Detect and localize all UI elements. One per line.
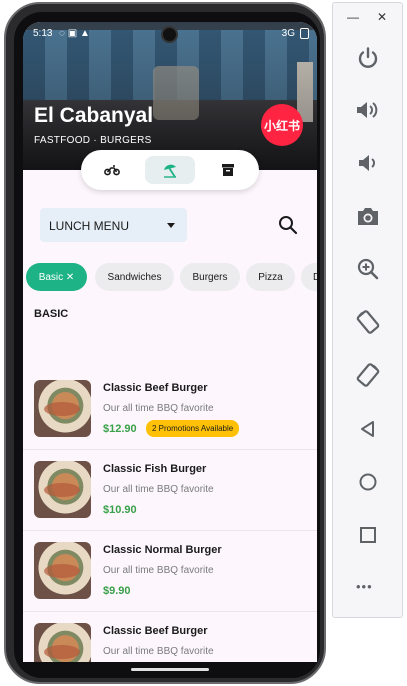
rotate-right-button[interactable] — [355, 362, 381, 388]
chip-burgers[interactable]: Burgers — [180, 263, 240, 291]
phone-bezel: 5:13 ◌ ▣ ▲ 3G El Cabanyal FASTFOOD · BUR… — [14, 12, 320, 678]
item-image — [34, 542, 91, 599]
cover-shade — [23, 22, 317, 170]
power-icon — [358, 47, 378, 68]
chip-pizza[interactable]: Pizza — [246, 263, 295, 291]
category-chips: Basic ✕ Sandwiches Burgers Pizza D — [26, 263, 317, 291]
zoom-button[interactable] — [355, 256, 381, 282]
archive-box-icon — [222, 164, 234, 176]
overview-button[interactable] — [355, 522, 381, 548]
order-mode-switcher — [81, 150, 259, 190]
status-network: 3G — [281, 28, 295, 39]
store-name: El Cabanyal — [34, 104, 154, 127]
item-description: Our all time BBQ favorite — [103, 646, 214, 657]
status-notification-icons: ◌ ▣ ▲ — [59, 28, 90, 39]
mode-pickup[interactable] — [203, 156, 253, 184]
beach-umbrella-icon — [164, 164, 176, 178]
front-camera — [161, 26, 178, 43]
power-button[interactable] — [355, 45, 381, 71]
rotate-left-icon — [356, 310, 380, 334]
volume-up-icon — [357, 102, 378, 118]
item-price: $9.90 — [103, 585, 131, 597]
battery-icon — [300, 28, 309, 39]
menu-dropdown[interactable]: LUNCH MENU — [40, 208, 187, 242]
menu-item[interactable]: Classic Beef Burger Our all time BBQ fav… — [23, 612, 317, 662]
mode-dine-in[interactable] — [145, 156, 195, 184]
rotate-right-icon — [356, 363, 380, 387]
store-category: FASTFOOD · BURGERS — [34, 135, 152, 146]
item-title: Classic Beef Burger — [103, 382, 208, 394]
caret-down-icon — [167, 223, 175, 228]
chip-d[interactable]: D — [301, 263, 317, 291]
close-button[interactable]: ✕ — [377, 10, 387, 24]
screenshot-button[interactable] — [355, 203, 381, 229]
item-image — [34, 461, 91, 518]
rotate-left-button[interactable] — [355, 309, 381, 335]
home-gesture-handle[interactable] — [131, 668, 209, 671]
status-time: 5:13 — [33, 28, 53, 39]
item-price: $10.90 — [103, 504, 137, 516]
store-logo[interactable]: 小红书 — [261, 104, 303, 146]
store-cover-image — [23, 22, 317, 170]
item-title: Classic Normal Burger — [103, 544, 222, 556]
volume-down-button[interactable] — [355, 150, 381, 176]
phone-frame: 5:13 ◌ ▣ ▲ 3G El Cabanyal FASTFOOD · BUR… — [4, 2, 326, 684]
zoom-in-icon — [357, 258, 379, 280]
item-image — [34, 623, 91, 662]
search-icon — [279, 216, 298, 235]
emulator-toolbar: — ✕ ••• — [332, 2, 403, 618]
menu-item[interactable]: Classic Normal Burger Our all time BBQ f… — [23, 531, 317, 612]
back-button[interactable] — [355, 416, 381, 442]
home-button[interactable] — [355, 469, 381, 495]
volume-down-icon — [359, 155, 375, 171]
back-triangle-icon — [361, 421, 374, 437]
more-options-button[interactable]: ••• — [356, 579, 373, 594]
search-button[interactable] — [277, 214, 299, 236]
home-circle-icon — [359, 473, 377, 491]
menu-item[interactable]: Classic Fish Burger Our all time BBQ fav… — [23, 450, 317, 531]
item-title: Classic Beef Burger — [103, 625, 208, 637]
item-image — [34, 380, 91, 437]
item-description: Our all time BBQ favorite — [103, 403, 214, 414]
promotion-badge[interactable]: 2 Promotions Available — [146, 420, 240, 437]
item-title: Classic Fish Burger — [103, 463, 207, 475]
item-description: Our all time BBQ favorite — [103, 484, 214, 495]
mode-delivery[interactable] — [87, 156, 137, 184]
volume-up-button[interactable] — [355, 97, 381, 123]
menu-item[interactable]: Classic Beef Burger Our all time BBQ fav… — [23, 369, 317, 450]
overview-square-icon — [360, 527, 376, 543]
minimize-button[interactable]: — — [347, 10, 359, 24]
motorcycle-icon — [104, 165, 120, 176]
camera-icon — [358, 208, 378, 225]
app-screen: 5:13 ◌ ▣ ▲ 3G El Cabanyal FASTFOOD · BUR… — [23, 22, 317, 662]
chip-basic[interactable]: Basic ✕ — [26, 263, 87, 291]
chip-sandwiches[interactable]: Sandwiches — [95, 263, 174, 291]
item-price: $12.90 — [103, 423, 137, 435]
item-description: Our all time BBQ favorite — [103, 565, 214, 576]
menu-dropdown-value: LUNCH MENU — [49, 219, 130, 233]
section-title: BASIC — [34, 308, 69, 320]
